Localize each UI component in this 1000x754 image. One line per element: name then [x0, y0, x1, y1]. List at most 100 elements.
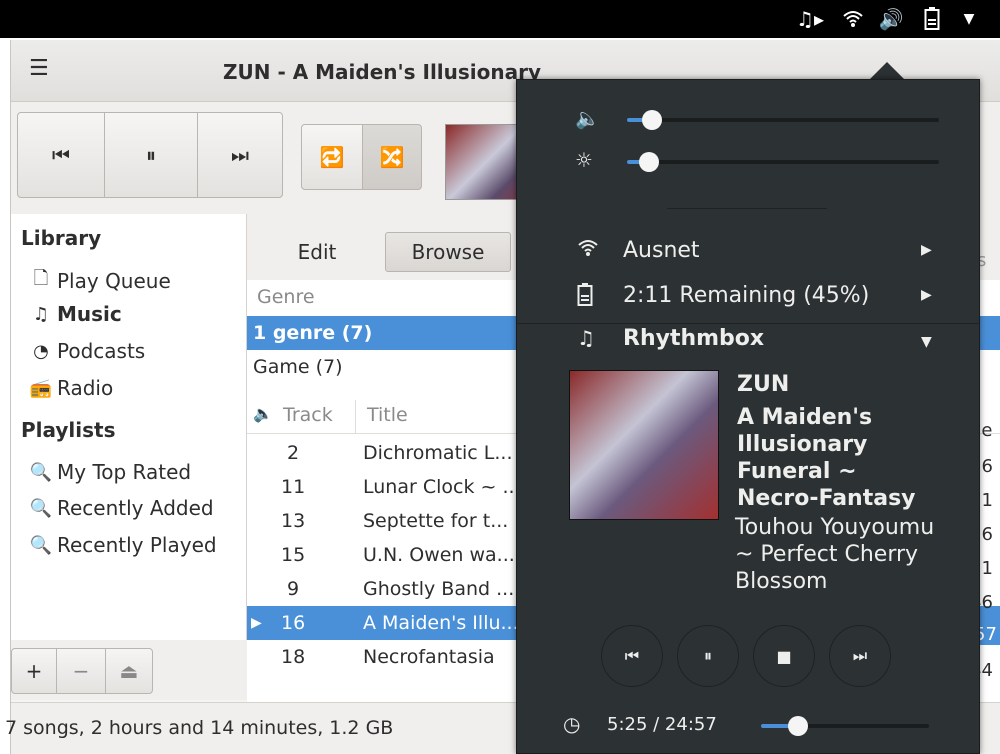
shuffle-button[interactable]: 🔀	[362, 124, 422, 190]
sidebar: Library 🗋 Play Queue ♫ Music ◔ Podcasts …	[11, 214, 247, 640]
sidebar-item-radio[interactable]: 📻 Radio	[29, 376, 113, 400]
previous-button[interactable]: ⏮	[17, 112, 105, 198]
clock-icon: ◷	[563, 712, 581, 736]
sidebar-item-label: Recently Added	[57, 496, 214, 520]
track-title: A Maiden's Illu...	[363, 612, 519, 634]
music-note-icon: ♫	[577, 326, 595, 350]
popover-pause-button[interactable]: ⏸	[677, 625, 739, 687]
pause-button[interactable]: ⏸	[104, 112, 198, 198]
chevron-down-icon[interactable]: ▼	[958, 6, 980, 32]
popover-next-button[interactable]: ⏭	[829, 625, 891, 687]
battery-icon[interactable]	[920, 6, 944, 32]
popover-previous-button[interactable]: ⏮	[601, 625, 663, 687]
pause-icon: ⏸	[146, 143, 156, 167]
now-playing-album-art	[569, 370, 719, 520]
separator	[667, 208, 827, 209]
sidebar-item-recently-played[interactable]: 🔍 Recently Played	[29, 533, 217, 557]
wifi-icon[interactable]	[838, 6, 868, 32]
previous-icon: ⏮	[52, 143, 70, 167]
playback-time-row: ◷ 5:25 / 24:57	[517, 710, 981, 744]
wifi-icon	[577, 238, 599, 262]
next-button[interactable]: ⏭	[197, 112, 283, 198]
rss-icon: ◔	[33, 340, 49, 362]
document-icon: 🗋	[33, 268, 49, 289]
popover-stop-button[interactable]: ■	[753, 625, 815, 687]
track-title: Ghostly Band ...	[363, 578, 515, 600]
sidebar-item-music[interactable]: ♫ Music	[29, 302, 122, 326]
hamburger-menu-icon[interactable]: ☰	[29, 56, 49, 81]
speaker-icon: 🔈	[253, 404, 273, 423]
repeat-icon: 🔁	[319, 145, 345, 169]
sidebar-item-podcasts[interactable]: ◔ Podcasts	[29, 339, 145, 363]
battery-menu-item[interactable]: 2:11 Remaining (45%) ▶	[517, 277, 981, 317]
play-indicator-icon: ▶	[251, 615, 262, 631]
player-menu-item[interactable]: ♫ Rhythmbox ▼	[517, 320, 981, 360]
popover-arrow	[869, 62, 905, 80]
sidebar-item-recently-added[interactable]: 🔍 Recently Added	[29, 496, 214, 520]
volume-indicator-icon[interactable]: 🔊	[876, 6, 906, 32]
repeat-button[interactable]: 🔁	[301, 124, 363, 190]
track-column-header[interactable]: Track	[283, 404, 333, 426]
previous-icon: ⏮	[624, 646, 640, 665]
track-title: Septette for t...	[363, 510, 509, 532]
network-menu-item[interactable]: Ausnet ▶	[517, 232, 981, 272]
track-number: 16	[281, 612, 306, 634]
sidebar-item-label: Radio	[57, 376, 114, 400]
sidebar-item-play-queue[interactable]: 🗋 Play Queue	[29, 266, 171, 296]
remove-playlist-button[interactable]: −	[56, 648, 106, 694]
minus-icon: −	[72, 659, 90, 683]
chevron-right-icon: ▶	[921, 242, 932, 258]
track-title: Dichromatic L...	[363, 442, 513, 464]
progress-knob[interactable]	[787, 716, 808, 736]
playback-time: 5:25 / 24:57	[607, 714, 717, 735]
volume-slider-knob[interactable]	[641, 110, 662, 130]
title-column-header[interactable]: Title	[367, 404, 408, 426]
search-icon: 🔍	[29, 497, 53, 519]
search-icon: 🔍	[29, 534, 53, 556]
tab-browse[interactable]: Browse	[385, 232, 511, 272]
brightness-slider-knob[interactable]	[638, 152, 659, 172]
player-label: Rhythmbox	[623, 326, 765, 351]
pause-icon: ⏸	[703, 646, 712, 665]
track-number: 11	[281, 476, 306, 498]
sidebar-item-label: Recently Played	[57, 533, 217, 557]
sidebar-item-label: Music	[57, 302, 122, 326]
music-indicator-icon[interactable]: ♫▸	[792, 6, 828, 32]
sidebar-item-label: My Top Rated	[57, 460, 192, 484]
track-number: 15	[281, 544, 306, 566]
volume-slider[interactable]	[627, 110, 939, 130]
track-number: 9	[287, 578, 300, 600]
radio-icon: 📻	[29, 377, 53, 399]
chevron-right-icon: ▶	[921, 287, 932, 303]
search-icon: 🔍	[29, 461, 53, 483]
now-playing-album: Touhou Youyoumu ~ Perfect Cherry Blossom	[735, 515, 935, 594]
track-title: Lunar Clock ~ ...	[363, 476, 521, 498]
add-playlist-button[interactable]: +	[11, 648, 57, 694]
sidebar-item-label: Play Queue	[57, 269, 171, 293]
track-number: 13	[281, 510, 306, 532]
column-divider	[355, 400, 356, 434]
top-panel: ♫▸ 🔊 ▼	[0, 0, 1000, 38]
volume-slider-row: 🔈	[517, 104, 981, 134]
battery-label: 2:11 Remaining (45%)	[623, 283, 870, 308]
next-icon: ⏭	[231, 143, 249, 167]
sidebar-item-my-top-rated[interactable]: 🔍 My Top Rated	[29, 460, 191, 484]
music-note-icon: ♫	[32, 303, 50, 325]
plus-icon: +	[25, 659, 43, 683]
library-heading: Library	[21, 226, 102, 250]
network-label: Ausnet	[623, 238, 700, 263]
window-title: ZUN - A Maiden's Illusionary	[223, 60, 542, 84]
eject-icon: ⏏	[119, 659, 139, 683]
stop-icon: ■	[776, 646, 792, 666]
brightness-slider-row: ☼	[517, 146, 981, 176]
chevron-down-icon: ▼	[921, 334, 932, 350]
system-menu-popover: 🔈 ☼ Ausnet ▶ 2:11 Remaining (45%) ▶ ♫ Rh…	[516, 79, 980, 754]
shuffle-icon: 🔀	[379, 145, 405, 169]
playback-progress-slider[interactable]	[761, 716, 929, 736]
brightness-slider[interactable]	[627, 152, 939, 172]
battery-icon	[577, 283, 593, 312]
tab-edit[interactable]: Edit	[277, 232, 357, 272]
track-number: 18	[281, 646, 306, 668]
eject-button[interactable]: ⏏	[105, 648, 153, 694]
now-playing-title: A Maiden's Illusionary Funeral ~ Necro-F…	[737, 405, 916, 511]
